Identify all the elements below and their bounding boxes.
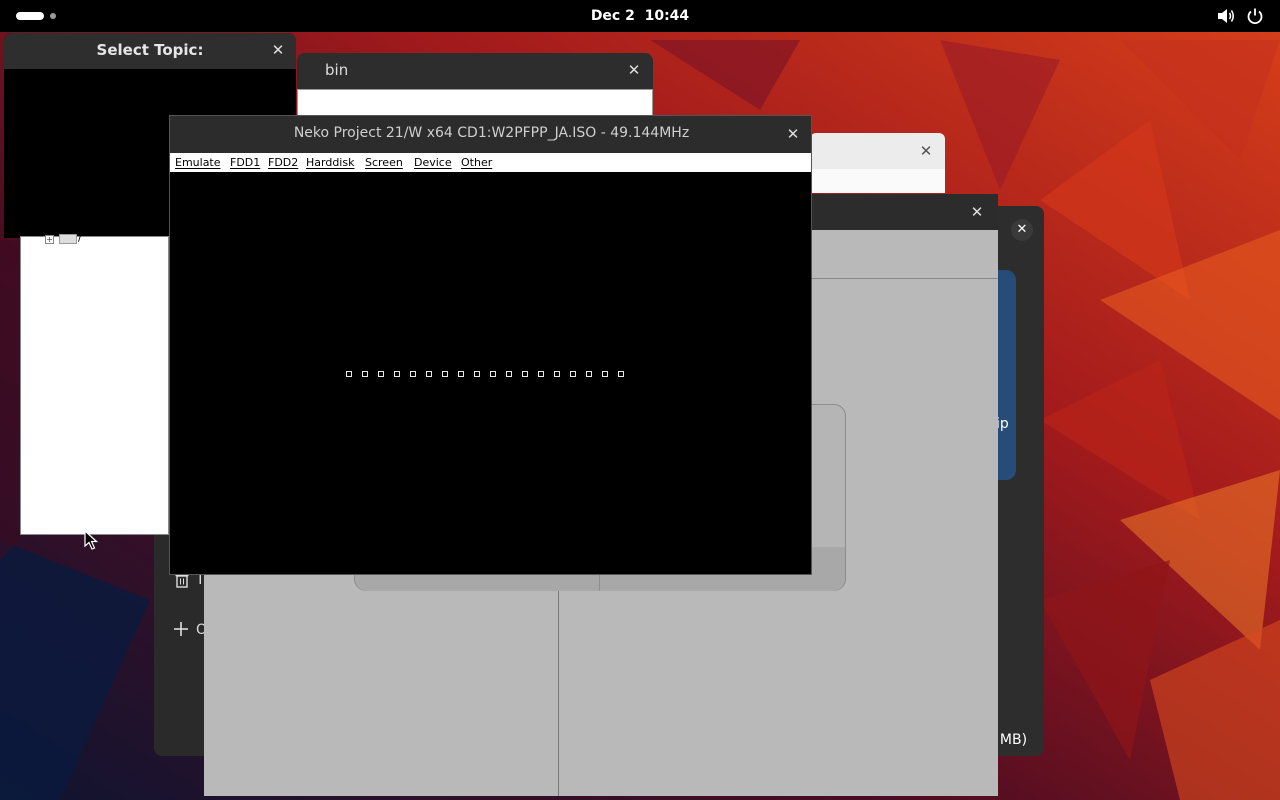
- loading-dot: [426, 371, 432, 377]
- window-body: [810, 169, 945, 193]
- clock: Dec 2 10:44: [0, 0, 1280, 32]
- menu-emulate[interactable]: Emulate: [175, 156, 221, 169]
- close-icon[interactable]: ✕: [1011, 219, 1033, 241]
- workspace-indicator: [50, 13, 56, 19]
- folder-icon: [59, 234, 77, 244]
- window-title: Select Topic:: [96, 41, 204, 59]
- close-icon[interactable]: ✕: [268, 40, 288, 60]
- clock-button[interactable]: Dec 2 10:44: [591, 8, 689, 24]
- top-bar: Dec 2 10:44: [0, 0, 1280, 32]
- tree-item-label[interactable]: /: [78, 231, 82, 244]
- menu-device[interactable]: Device: [414, 156, 452, 169]
- close-icon[interactable]: ✕: [967, 202, 987, 222]
- menu-bar: Emulate FDD1 FDD2 Harddisk Screen Device…: [170, 153, 811, 172]
- loading-dot: [458, 371, 464, 377]
- loading-indicator: [346, 371, 636, 377]
- loading-dot: [522, 371, 528, 377]
- background-window: ✕: [810, 133, 945, 193]
- loading-dot: [474, 371, 480, 377]
- loading-dot: [378, 371, 384, 377]
- loading-dot: [394, 371, 400, 377]
- loading-dot: [618, 371, 624, 377]
- menu-other[interactable]: Other: [461, 156, 492, 169]
- power-icon[interactable]: [1245, 7, 1265, 25]
- loading-dot: [410, 371, 416, 377]
- divider: [558, 590, 559, 796]
- loading-dot: [506, 371, 512, 377]
- plus-icon[interactable]: [172, 620, 190, 638]
- loading-dot: [442, 371, 448, 377]
- loading-dot: [586, 371, 592, 377]
- loading-dot: [570, 371, 576, 377]
- close-icon[interactable]: ✕: [916, 141, 936, 161]
- tree-expand-icon[interactable]: +: [45, 235, 54, 244]
- close-icon[interactable]: ✕: [624, 60, 644, 80]
- window-titlebar[interactable]: Neko Project 21/W x64 CD1:W2PFPP_JA.ISO …: [170, 116, 811, 153]
- workspace-indicator-active: [16, 12, 44, 20]
- activities-button[interactable]: [16, 12, 56, 20]
- mouse-pointer-icon: [84, 530, 98, 550]
- bin-window: bin ✕: [297, 53, 653, 123]
- topic-tree-panel: + /: [20, 231, 169, 535]
- clock-time: 10:44: [644, 8, 690, 24]
- window-title: bin: [325, 61, 349, 79]
- menu-screen[interactable]: Screen: [365, 156, 403, 169]
- loading-dot: [602, 371, 608, 377]
- loading-dot: [362, 371, 368, 377]
- loading-dot: [490, 371, 496, 377]
- menu-fdd1[interactable]: FDD1: [230, 156, 260, 169]
- loading-dot: [554, 371, 560, 377]
- neko-project-window: Neko Project 21/W x64 CD1:W2PFPP_JA.ISO …: [169, 115, 812, 575]
- emulator-screen[interactable]: [170, 172, 811, 574]
- loading-dot: [346, 371, 352, 377]
- window-titlebar[interactable]: Select Topic: ✕: [4, 33, 296, 69]
- clock-date: Dec 2: [590, 8, 635, 24]
- speaker-icon[interactable]: [1216, 7, 1236, 25]
- divider: [812, 278, 998, 279]
- menu-harddisk[interactable]: Harddisk: [306, 156, 354, 169]
- window-title: Neko Project 21/W x64 CD1:W2PFPP_JA.ISO …: [293, 125, 690, 141]
- menu-fdd2[interactable]: FDD2: [268, 156, 298, 169]
- close-icon[interactable]: ✕: [783, 124, 803, 144]
- loading-dot: [538, 371, 544, 377]
